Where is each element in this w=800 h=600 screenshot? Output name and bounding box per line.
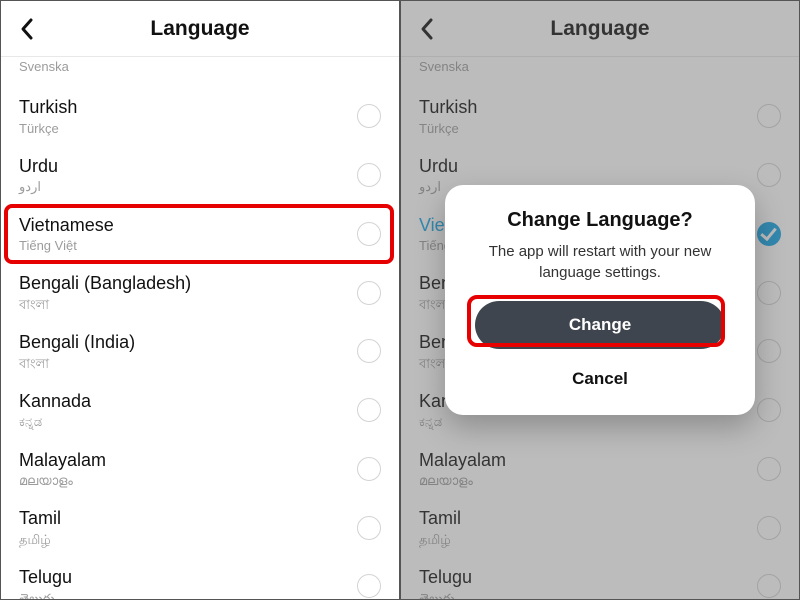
radio-unchecked-icon[interactable] (357, 339, 381, 363)
language-row[interactable]: Urduاردو (1, 146, 399, 205)
screen-left: Language SvenskaSvenska Turkish Türkçe Urdu… (0, 0, 400, 600)
language-native: ಕನ್ನಡ (19, 414, 91, 430)
language-row[interactable]: Tamil தமிழ் (1, 498, 399, 557)
language-native: Tiếng Việt (19, 238, 114, 254)
modal-overlay[interactable]: Change Language? The app will restart wi… (401, 1, 799, 599)
language-name: Malayalam (19, 449, 106, 472)
language-native: اردو (19, 179, 58, 195)
language-native: తెలుగు (19, 591, 72, 600)
language-row[interactable]: Malayalamമലയാളം (1, 440, 399, 499)
language-row[interactable]: Bengali (Bangladesh) বাংলা (1, 263, 399, 322)
header: Language (1, 1, 399, 57)
language-row[interactable]: Bengali (India) বাংলা (1, 322, 399, 381)
language-native: മലയാളം (19, 473, 106, 489)
radio-unchecked-icon[interactable] (357, 574, 381, 598)
language-row[interactable]: SvenskaSvenska (1, 57, 399, 87)
dialog-title: Change Language? (467, 209, 733, 232)
cancel-button[interactable]: Cancel (467, 361, 733, 397)
language-name: Turkish (19, 96, 77, 119)
chevron-left-icon (19, 17, 35, 41)
language-name: Vietnamese (19, 214, 114, 237)
language-native: Türkçe (19, 121, 77, 137)
dialog-body: The app will restart with your new langu… (467, 242, 733, 283)
page-title: Language (150, 17, 249, 41)
back-button[interactable] (11, 13, 43, 45)
language-name: Bengali (Bangladesh) (19, 272, 191, 295)
confirm-button[interactable]: Change (475, 301, 725, 349)
radio-unchecked-icon[interactable] (357, 398, 381, 422)
language-row[interactable]: Turkish Türkçe (1, 87, 399, 146)
language-row[interactable]: Kannadaಕನ್ನಡ (1, 381, 399, 440)
radio-unchecked-icon[interactable] (357, 163, 381, 187)
language-name: Bengali (India) (19, 331, 135, 354)
radio-unchecked-icon[interactable] (357, 104, 381, 128)
language-native: தமிழ் (19, 532, 61, 548)
language-name: Kannada (19, 390, 91, 413)
radio-unchecked-icon[interactable] (357, 281, 381, 305)
language-list[interactable]: SvenskaSvenskaTurkishTürkçeUrduاردوVietn… (1, 57, 399, 600)
radio-unchecked-icon[interactable] (357, 457, 381, 481)
language-name: Urdu (19, 155, 58, 178)
screen-right: Language SvenskaSvenskaTurkishTürkçeUrdu… (400, 0, 800, 600)
language-name: Tamil (19, 507, 61, 530)
language-native: বাংলা (19, 356, 135, 372)
language-row[interactable]: VietnameseTiếng Việt (1, 205, 399, 264)
language-name: Telugu (19, 566, 72, 589)
language-row[interactable]: Telugu తెలుగు (1, 557, 399, 600)
radio-unchecked-icon[interactable] (357, 222, 381, 246)
language-native: বাংলা (19, 297, 191, 313)
change-language-dialog: Change Language? The app will restart wi… (445, 185, 755, 415)
language-native: Svenska (19, 59, 69, 75)
radio-unchecked-icon[interactable] (357, 516, 381, 540)
